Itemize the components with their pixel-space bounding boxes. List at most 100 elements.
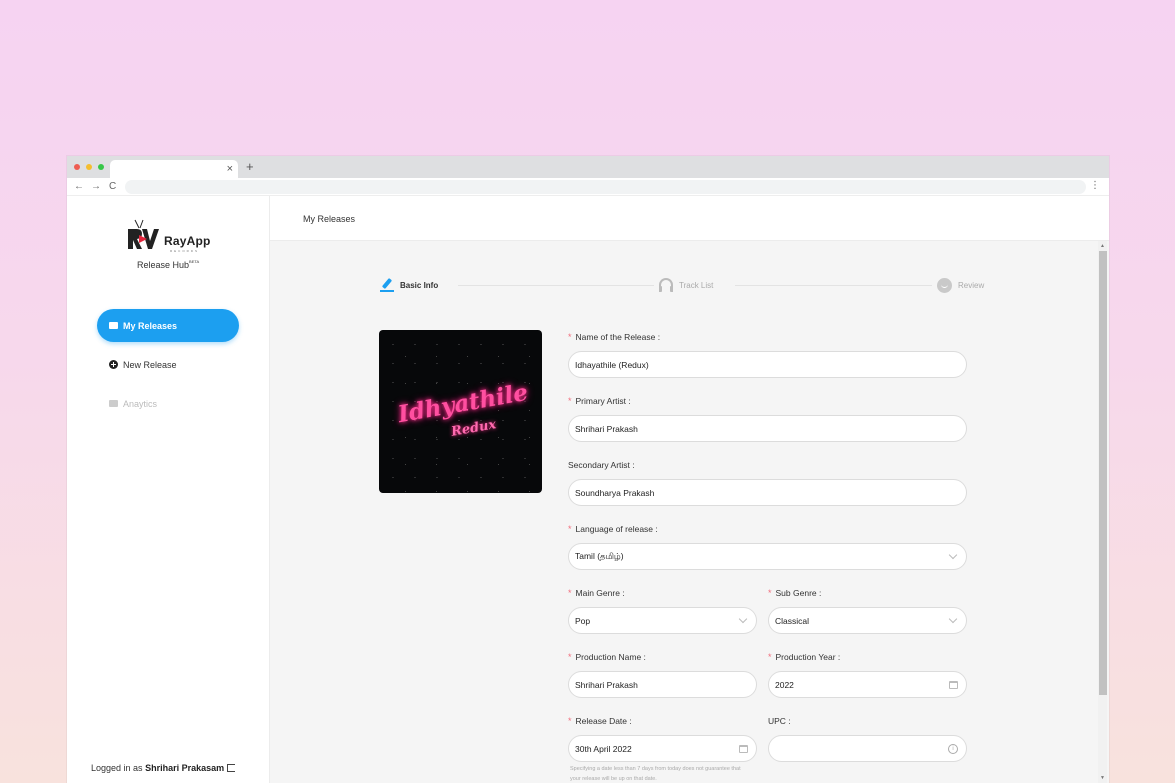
logged-in-status: Logged in as Shrihari Prakasam bbox=[91, 763, 236, 773]
scroll-up-icon[interactable]: ▲ bbox=[1100, 243, 1105, 249]
language-label: * Language of release : bbox=[568, 524, 658, 534]
stepper: Basic Info Track List Review bbox=[380, 276, 990, 294]
minimize-window-button[interactable] bbox=[86, 164, 92, 170]
vertical-scrollbar[interactable]: ▲ ▼ bbox=[1098, 241, 1107, 783]
main-genre-value: Pop bbox=[575, 615, 591, 626]
forward-arrow-icon[interactable]: → bbox=[91, 180, 101, 194]
production-year-value: 2022 bbox=[775, 679, 794, 690]
rayapp-logo[interactable]: RayApp RECORDS bbox=[125, 218, 215, 254]
close-window-button[interactable] bbox=[74, 164, 80, 170]
release-date-hint: Specifying a date less than 7 days from … bbox=[570, 766, 741, 782]
upc-input[interactable]: i bbox=[768, 735, 967, 762]
primary-artist-value: Shrihari Prakash bbox=[575, 423, 638, 434]
logo-mark-icon bbox=[128, 219, 159, 249]
release-name-input[interactable]: Idhayathile (Redux) bbox=[568, 351, 967, 378]
smiley-icon bbox=[937, 277, 952, 293]
step-label: Review bbox=[958, 280, 985, 290]
secondary-artist-value: Soundharya Prakash bbox=[575, 487, 655, 498]
production-year-label-text: Production Year : bbox=[775, 652, 841, 662]
album-cover[interactable]: Idhyathile Redux bbox=[379, 330, 542, 493]
language-value: Tamil (தமிழ்) bbox=[575, 550, 624, 561]
release-name-label-text: Name of the Release : bbox=[575, 332, 661, 342]
browser-tab[interactable]: × bbox=[110, 160, 238, 178]
scroll-down-icon[interactable]: ▼ bbox=[1100, 775, 1105, 781]
info-icon[interactable]: i bbox=[948, 744, 958, 754]
step-label: Track List bbox=[679, 280, 714, 290]
release-date-value: 30th April 2022 bbox=[575, 743, 632, 754]
chevron-down-icon bbox=[948, 550, 958, 560]
sidebar-item-my-releases[interactable]: My Releases bbox=[97, 309, 239, 342]
release-name-value: Idhayathile (Redux) bbox=[575, 359, 649, 370]
chevron-down-icon bbox=[948, 614, 958, 624]
logout-icon[interactable] bbox=[227, 764, 236, 772]
back-arrow-icon[interactable]: ← bbox=[74, 180, 84, 194]
tab-strip: × + bbox=[67, 156, 1109, 178]
folder-icon bbox=[109, 322, 118, 329]
address-bar[interactable] bbox=[125, 180, 1086, 194]
release-name-label: * Name of the Release : bbox=[568, 332, 660, 342]
sidebar-item-new-release[interactable]: New Release bbox=[97, 348, 239, 381]
required-mark: * bbox=[568, 652, 572, 662]
app-name-label: Release Hub bbox=[137, 260, 190, 270]
step-label: Basic Info bbox=[400, 280, 439, 290]
browser-menu-icon[interactable]: ⋮ bbox=[1090, 179, 1100, 193]
secondary-artist-label: Secondary Artist : bbox=[568, 460, 635, 470]
scrollbar-thumb[interactable] bbox=[1099, 251, 1107, 695]
sidebar: RayApp RECORDS Release HubBETA My Releas… bbox=[67, 196, 270, 783]
main-content: My Releases ▲ ▼ Basic Info Track List Re… bbox=[270, 196, 1109, 783]
sub-genre-select[interactable]: Classical bbox=[768, 607, 967, 634]
maximize-window-button[interactable] bbox=[98, 164, 104, 170]
production-year-label: * Production Year : bbox=[768, 652, 840, 662]
logo-wordmark: RayApp bbox=[164, 234, 211, 248]
release-date-input[interactable]: 30th April 2022 bbox=[568, 735, 757, 762]
chevron-down-icon bbox=[738, 614, 748, 624]
plus-circle-icon bbox=[109, 360, 118, 369]
upc-label: UPC : bbox=[768, 716, 791, 726]
calendar-icon[interactable] bbox=[949, 681, 958, 689]
required-mark: * bbox=[568, 332, 572, 342]
main-genre-label-text: Main Genre : bbox=[575, 588, 625, 598]
language-label-text: Language of release : bbox=[575, 524, 658, 534]
secondary-artist-label-text: Secondary Artist : bbox=[568, 460, 635, 470]
primary-artist-label: * Primary Artist : bbox=[568, 396, 631, 406]
production-year-input[interactable]: 2022 bbox=[768, 671, 967, 698]
required-mark: * bbox=[568, 396, 572, 406]
sidebar-item-analytics[interactable]: Anaytics bbox=[97, 387, 239, 420]
step-basic-info[interactable]: Basic Info bbox=[380, 276, 438, 294]
required-mark: * bbox=[568, 588, 572, 598]
production-name-label-text: Production Name : bbox=[575, 652, 646, 662]
sub-genre-label: * Sub Genre : bbox=[768, 588, 821, 598]
tab-close-icon[interactable]: × bbox=[227, 162, 233, 176]
production-name-label: * Production Name : bbox=[568, 652, 646, 662]
browser-window: × + ← → C ⋮ RayApp RECORDS Release HubBE… bbox=[67, 156, 1109, 783]
production-name-value: Shrihari Prakash bbox=[575, 679, 638, 690]
chart-icon bbox=[109, 400, 118, 407]
release-date-label: * Release Date : bbox=[568, 716, 632, 726]
app: RayApp RECORDS Release HubBETA My Releas… bbox=[67, 196, 1109, 783]
reload-icon[interactable]: C bbox=[109, 180, 116, 194]
secondary-artist-input[interactable]: Soundharya Prakash bbox=[568, 479, 967, 506]
app-name: Release HubBETA bbox=[137, 259, 199, 270]
pencil-icon bbox=[380, 278, 394, 292]
upc-label-text: UPC : bbox=[768, 716, 791, 726]
primary-artist-label-text: Primary Artist : bbox=[575, 396, 631, 406]
browser-toolbar: ← → C ⋮ bbox=[67, 178, 1109, 196]
main-genre-select[interactable]: Pop bbox=[568, 607, 757, 634]
content-header: My Releases bbox=[270, 196, 1109, 241]
language-select[interactable]: Tamil (தமிழ்) bbox=[568, 543, 967, 570]
required-mark: * bbox=[568, 716, 572, 726]
step-track-list[interactable]: Track List bbox=[659, 276, 713, 294]
step-review[interactable]: Review bbox=[937, 276, 984, 294]
beta-badge: BETA bbox=[189, 259, 200, 264]
calendar-icon[interactable] bbox=[739, 745, 748, 753]
sidebar-item-label: New Release bbox=[123, 359, 177, 370]
sub-genre-label-text: Sub Genre : bbox=[775, 588, 822, 598]
sub-genre-value: Classical bbox=[775, 615, 810, 626]
page-title: My Releases bbox=[303, 214, 356, 224]
required-mark: * bbox=[568, 524, 572, 534]
new-tab-button[interactable]: + bbox=[246, 159, 254, 175]
sidebar-item-label: Anaytics bbox=[123, 398, 158, 409]
production-name-input[interactable]: Shrihari Prakash bbox=[568, 671, 757, 698]
primary-artist-input[interactable]: Shrihari Prakash bbox=[568, 415, 967, 442]
logged-in-prefix: Logged in as bbox=[91, 763, 143, 773]
